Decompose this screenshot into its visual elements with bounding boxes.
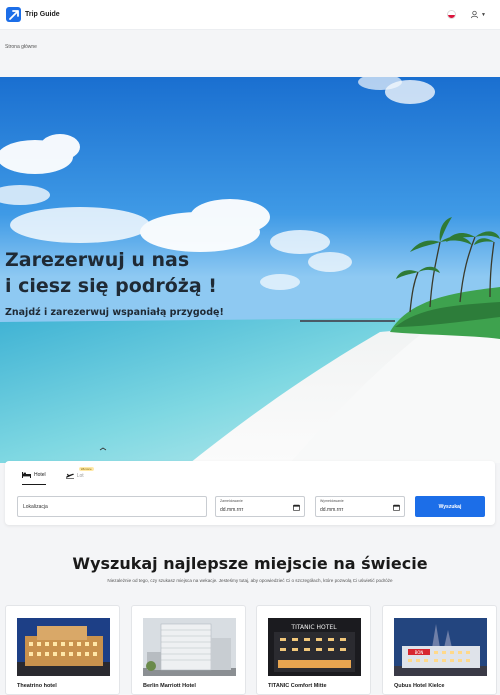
checkout-label: Wymeldowanie xyxy=(320,499,344,503)
hero-subtitle: Znajdź i zarezerwuj wspaniałą przygodę! xyxy=(5,307,224,318)
hotel-card[interactable]: Theatrino hotel xyxy=(5,605,120,695)
checkin-value: dd.mm.rrrr xyxy=(220,507,244,513)
user-menu[interactable]: ▼ xyxy=(470,10,486,19)
tab-flight[interactable]: Lot Wkrótce xyxy=(65,467,94,485)
hotel-card[interactable]: BON Qubus Hotel Kielce xyxy=(382,605,497,695)
location-input[interactable]: Lokalizacja xyxy=(17,496,207,517)
app-name: Trip Guide xyxy=(25,11,60,18)
bed-icon xyxy=(22,472,31,478)
hotel-card[interactable]: TITANIC HOTEL TITANIC Comfort Mitte xyxy=(256,605,371,695)
tab-hotel-label: Hotel xyxy=(34,472,46,478)
hotel-name: Berlin Marriott Hotel xyxy=(143,683,196,689)
hotel-name: Qubus Hotel Kielce xyxy=(394,683,445,689)
top-header: Trip Guide ▼ xyxy=(0,0,500,30)
breadcrumb-bar: Strona główne xyxy=(0,31,500,77)
search-tabs: Hotel Lot Wkrótce xyxy=(22,467,94,485)
svg-text:TITANIC HOTEL: TITANIC HOTEL xyxy=(290,624,337,631)
user-icon xyxy=(470,10,479,19)
pl-flag-icon[interactable] xyxy=(447,10,457,19)
hotel-cards: Theatrino hotel Berlin Marriott Hotel TI… xyxy=(5,605,500,695)
hotel-thumbnail xyxy=(17,618,110,676)
calendar-icon[interactable] xyxy=(293,504,300,511)
search-panel: Hotel Lot Wkrótce Lokalizacja Zameldowan… xyxy=(5,461,495,525)
hotel-card[interactable]: Berlin Marriott Hotel xyxy=(131,605,246,695)
section-subtitle: Niezależnie od tego, czy szukasz miejsca… xyxy=(107,578,393,583)
hero-banner: Zarezerwuj u nas i ciesz się podróżą ! Z… xyxy=(0,77,500,463)
checkin-date-field[interactable]: Zameldowanie dd.mm.rrrr xyxy=(215,496,305,517)
hero-title: Zarezerwuj u nas i ciesz się podróżą ! xyxy=(5,247,217,299)
checkout-date-field[interactable]: Wymeldowanie dd.mm.rrrr xyxy=(315,496,405,517)
svg-text:BON: BON xyxy=(415,650,424,655)
tab-flight-label: Lot xyxy=(76,472,84,479)
search-button[interactable]: Wyszukaj xyxy=(415,496,485,517)
section-title: Wyszukaj najlepsze miejscie na świecie xyxy=(72,554,428,573)
chevron-down-icon: ▼ xyxy=(481,11,486,18)
hotel-thumbnail xyxy=(143,618,236,676)
hero-title-line-1: Zarezerwuj u nas xyxy=(5,249,190,271)
hotel-name: Theatrino hotel xyxy=(17,683,57,689)
tab-hotel[interactable]: Hotel xyxy=(22,472,46,485)
calendar-icon[interactable] xyxy=(393,504,400,511)
hero-title-line-2: i ciesz się podróżą ! xyxy=(5,275,217,297)
hotel-thumbnail: TITANIC HOTEL xyxy=(268,618,361,676)
coming-soon-badge: Wkrótce xyxy=(78,467,94,471)
plane-icon xyxy=(65,473,74,479)
breadcrumb[interactable]: Strona główne xyxy=(5,44,37,50)
hotel-thumbnail: BON xyxy=(394,618,487,676)
checkout-value: dd.mm.rrrr xyxy=(320,507,344,513)
app-logo[interactable]: Trip Guide xyxy=(6,7,60,22)
logo-mark-icon xyxy=(6,7,21,22)
hotel-name: TITANIC Comfort Mitte xyxy=(268,683,327,689)
location-placeholder: Lokalizacja xyxy=(23,504,48,510)
checkin-label: Zameldowanie xyxy=(220,499,243,503)
